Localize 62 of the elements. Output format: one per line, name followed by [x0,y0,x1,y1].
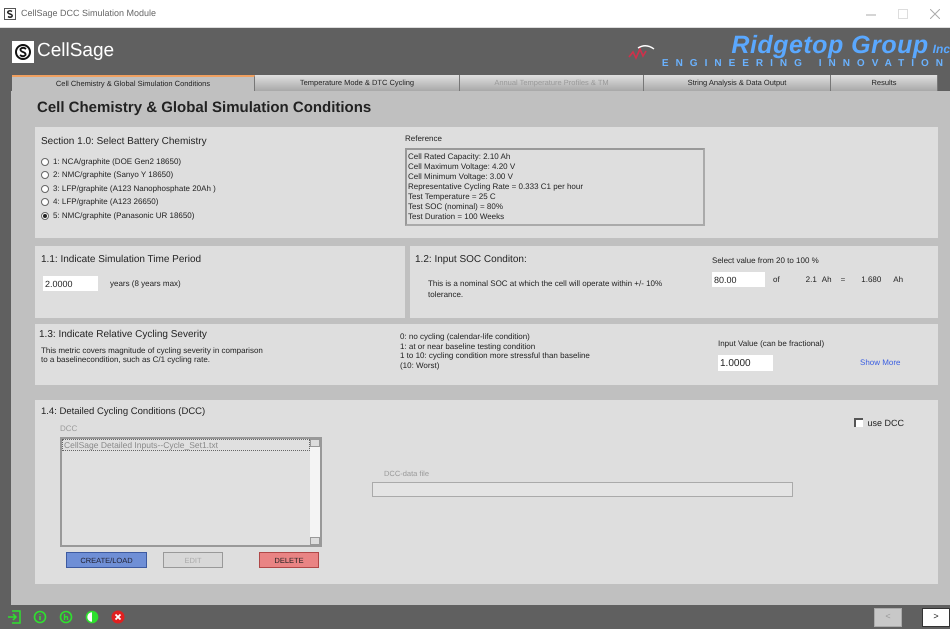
scrollbar[interactable] [310,439,320,546]
reference-line: Test SOC (nominal) = 80% [408,202,504,212]
of-label: of [773,274,780,286]
input-label: Input Value (can be fractional) [718,338,826,350]
section-title: 1.4: Detailed Cycling Conditions (DCC) [41,405,206,419]
company-suffix: Inc [932,41,950,58]
section-title: Section 1.0: Select Battery Chemistry [41,135,208,149]
page-title: Cell Chemistry & Global Simulation Conditions [36,98,372,117]
radio-label[interactable]: 5: NMC/graphite (Panasonic UR 18650) [53,210,194,222]
soc-input[interactable]: 80.00 [712,272,765,287]
radio-button[interactable] [41,184,49,193]
reference-line: Test Temperature = 25 C [408,192,497,202]
close-icon[interactable] [111,610,125,624]
severity-input[interactable]: 1.0000 [718,355,773,371]
help-icon[interactable] [59,610,73,624]
show-more-link[interactable]: Show More [860,357,900,369]
exit-icon[interactable] [7,610,21,624]
window-title: CellSage DCC Simulation Module [21,6,156,20]
radio-label[interactable]: 3: LFP/graphite (A123 Nanophosphate 20Ah ) [53,182,216,195]
section-title: 1.3: Indicate Relative Cycling Severity [39,328,208,342]
equals-sign: = [840,274,846,286]
radio-button[interactable] [41,198,49,206]
reference-line: Test Duration = 100 Weeks [408,212,506,222]
reference-line: Cell Maximum Voltage: 4.20 V [408,162,516,172]
radio-label[interactable]: 4: LFP/graphite (A123 26650) [53,196,158,208]
wave-logo-icon [628,42,656,60]
radio-label[interactable]: 2: NMC/graphite (Sanyo Y 18650) [53,169,174,182]
years-label: years (8 years max) [110,278,181,290]
reference-line: Representative Cycling Rate = 0.333 C1 per hour [408,182,584,192]
company-tagline: ENGINEERING INNOVATION [662,58,950,70]
app-icon [4,8,16,20]
range-label: Select value from 20 to 100 % [712,255,820,267]
app-name: CellSage [37,39,114,64]
radio-button[interactable] [41,171,49,180]
severity-description: This metric covers magnitude of cycling severity in comparison to a baselinecondition, such as C/1 cycling rate. [41,346,264,364]
unit-label: Ah [893,274,904,286]
reference-label: Reference [405,133,443,145]
soc-description: This is a nominal SOC at which the cell will operate within +/- 10% tolerance. [428,278,664,300]
scale-line: 0: no cycling (calendar-life condition) [400,332,531,342]
next-button[interactable]: > [922,608,950,626]
reference-line: Cell Rated Capacity: 2.10 Ah [408,152,512,162]
radio-button[interactable] [41,158,49,166]
years-input[interactable]: 2.0000 [43,276,98,291]
contrast-icon[interactable] [85,610,99,624]
logo-icon [12,40,34,62]
checkbox[interactable] [854,418,864,427]
radio-label[interactable]: 1: NCA/graphite (DOE Gen2 18650) [53,156,182,168]
capacity-value: 2.1 [806,274,817,286]
checkbox-label[interactable]: use DCC [867,418,904,428]
unit-label: Ah [822,274,832,286]
result-value: 1.680 [861,274,882,286]
company-name: Ridgetop Group [731,33,929,57]
radio-button[interactable] [41,212,49,220]
scale-line: (10: Worst) [400,360,440,370]
scale-line: 1 to 10: cycling condition more stressful than baseline [400,351,591,360]
file-path-field[interactable] [372,482,793,498]
list-label: DCC [60,423,78,436]
section-title: 1.2: Input SOC Conditon: [415,253,528,267]
section-title: 1.1: Indicate Simulation Time Period [41,253,202,267]
reference-line: Cell Minimum Voltage: 3.00 V [408,172,514,182]
scale-line: 1: at or near baseline testing condition [400,342,536,351]
info-icon[interactable] [33,610,47,624]
